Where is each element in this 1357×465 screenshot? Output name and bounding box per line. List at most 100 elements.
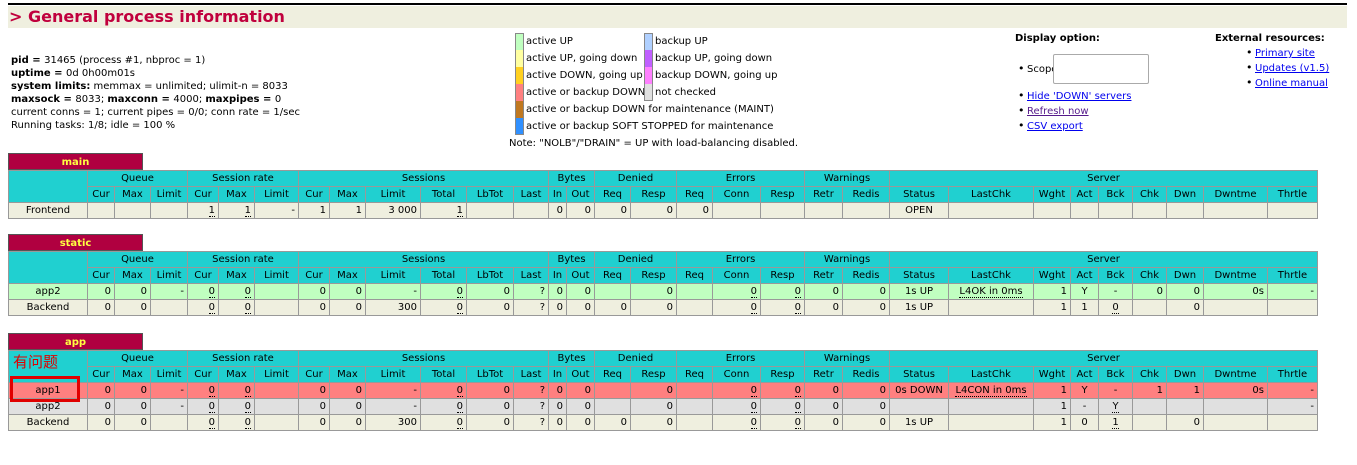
column-header: Req: [594, 267, 631, 284]
row-name[interactable]: app2: [8, 283, 88, 300]
column-header: Cur: [87, 186, 115, 203]
row-name[interactable]: Frontend: [8, 202, 88, 219]
online-manual-link[interactable]: Online manual: [1255, 78, 1328, 89]
proxy-table-app: 有问题 Queue Session rate Sessions Bytes Denied E…: [8, 350, 1318, 431]
csv-export-link[interactable]: CSV export: [1027, 121, 1083, 132]
column-header: Limit: [365, 366, 421, 383]
refresh-link[interactable]: Refresh now: [1027, 106, 1089, 117]
column-header: Resp: [760, 366, 805, 383]
table-cell: 0: [630, 299, 677, 316]
column-header: Max: [218, 366, 255, 383]
cell-value: L4OK in 0ms: [959, 286, 1023, 298]
table-cell: [254, 382, 299, 399]
table-cell: [1203, 414, 1268, 431]
group-header: Sessions: [298, 251, 549, 268]
uptime-value: 0d 0h00m01s: [66, 68, 136, 79]
column-header: LbTot: [466, 186, 514, 203]
table-cell: [594, 382, 631, 399]
display-options: Display option: Scope : Hide 'DOWN' serv…: [1015, 33, 1149, 134]
table-cell: [1166, 202, 1204, 219]
column-header: Req: [594, 366, 631, 383]
table-cell: 0: [420, 398, 467, 415]
table-cell: 1: [1070, 299, 1099, 316]
refresh-option: Refresh now: [1015, 103, 1131, 119]
legend-swatch: [515, 33, 524, 50]
table-cell: 0: [420, 299, 467, 316]
column-header: Retr: [804, 186, 843, 203]
primary-site-link[interactable]: Primary site: [1255, 48, 1315, 59]
column-header: Limit: [365, 186, 421, 203]
legend-swatch: [515, 84, 524, 101]
table-cell: 0: [329, 299, 366, 316]
table-cell: 0: [466, 398, 514, 415]
column-header: Cur: [87, 267, 115, 284]
table-cell: 0: [114, 283, 151, 300]
table-cell: 0: [420, 414, 467, 431]
table-cell: [948, 202, 1034, 219]
column-header: Conn: [712, 366, 761, 383]
table-cell: ?: [513, 283, 549, 300]
cell-value: 0: [750, 401, 757, 413]
column-header: Dwntme: [1203, 267, 1268, 284]
table-cell: 0: [87, 299, 115, 316]
column-header: Thrtle: [1267, 366, 1318, 383]
legend-label: active or backup SOFT STOPPED for mainte…: [526, 121, 774, 132]
legend-swatch: [515, 67, 524, 84]
column-header: Max: [114, 186, 151, 203]
table-cell: 0: [466, 382, 514, 399]
table-cell: 0: [1166, 299, 1204, 316]
column-header: Status: [889, 186, 949, 203]
column-header: Out: [566, 267, 595, 284]
updates-link[interactable]: Updates (v1.5): [1255, 63, 1329, 74]
scope-input[interactable]: [1053, 54, 1149, 84]
table-row: app2 0 0-0 0 0 0-0 0? 0 0 0 0 0 0 0 1- Y -: [8, 398, 1318, 415]
cell-value: 0: [456, 385, 463, 397]
table-cell: [948, 398, 1034, 415]
cell-value: 0: [456, 417, 463, 429]
group-header: Queue: [87, 251, 188, 268]
column-header: Dwntme: [1203, 366, 1268, 383]
column-header: Bck: [1098, 186, 1133, 203]
table-cell: [1203, 202, 1268, 219]
table-cell: 0: [218, 398, 255, 415]
proxy-label-static: static: [8, 234, 143, 251]
table-cell: 0: [712, 414, 761, 431]
hide-down-link[interactable]: Hide 'DOWN' servers: [1027, 91, 1131, 102]
legend-label: backup UP, going down: [655, 53, 773, 64]
table-cell: [254, 414, 299, 431]
table-cell: -: [150, 398, 188, 415]
column-header: Out: [566, 186, 595, 203]
row-name[interactable]: Backend: [8, 414, 88, 431]
section-header: > General process information: [8, 6, 1347, 28]
cell-value: 1: [1112, 417, 1119, 429]
maxpipes-value: 0: [274, 94, 282, 105]
manual-item: Online manual: [1243, 75, 1329, 91]
table-cell: Y: [1098, 398, 1133, 415]
column-header: Thrtle: [1267, 186, 1318, 203]
column-header: Limit: [150, 186, 188, 203]
group-header: Session rate: [187, 350, 299, 367]
table-cell: -: [1098, 283, 1133, 300]
table-cell: 0: [566, 202, 595, 219]
column-header: Cur: [187, 186, 219, 203]
column-header: Redis: [842, 366, 890, 383]
table-cell: 0: [187, 299, 219, 316]
table-cell: 0: [114, 398, 151, 415]
cell-value: 1: [456, 205, 463, 217]
table-cell: [1267, 299, 1318, 316]
table-cell: -: [365, 382, 421, 399]
group-header: Warnings: [804, 251, 890, 268]
table-cell: [1098, 202, 1133, 219]
table-cell: 0: [187, 398, 219, 415]
table-cell: OPEN: [889, 202, 949, 219]
group-header: Sessions: [298, 170, 549, 187]
cell-value: 1: [208, 205, 215, 217]
table-cell: 0: [1098, 299, 1133, 316]
table-cell: 0: [114, 382, 151, 399]
column-header: Chk: [1132, 186, 1167, 203]
proxy-table-static: Queue Session rate Sessions Bytes Denied Erro…: [8, 251, 1318, 316]
column-header: Status: [889, 267, 949, 284]
table-cell: ?: [513, 299, 549, 316]
table-cell: 1s UP: [889, 299, 949, 316]
row-name[interactable]: Backend: [8, 299, 88, 316]
